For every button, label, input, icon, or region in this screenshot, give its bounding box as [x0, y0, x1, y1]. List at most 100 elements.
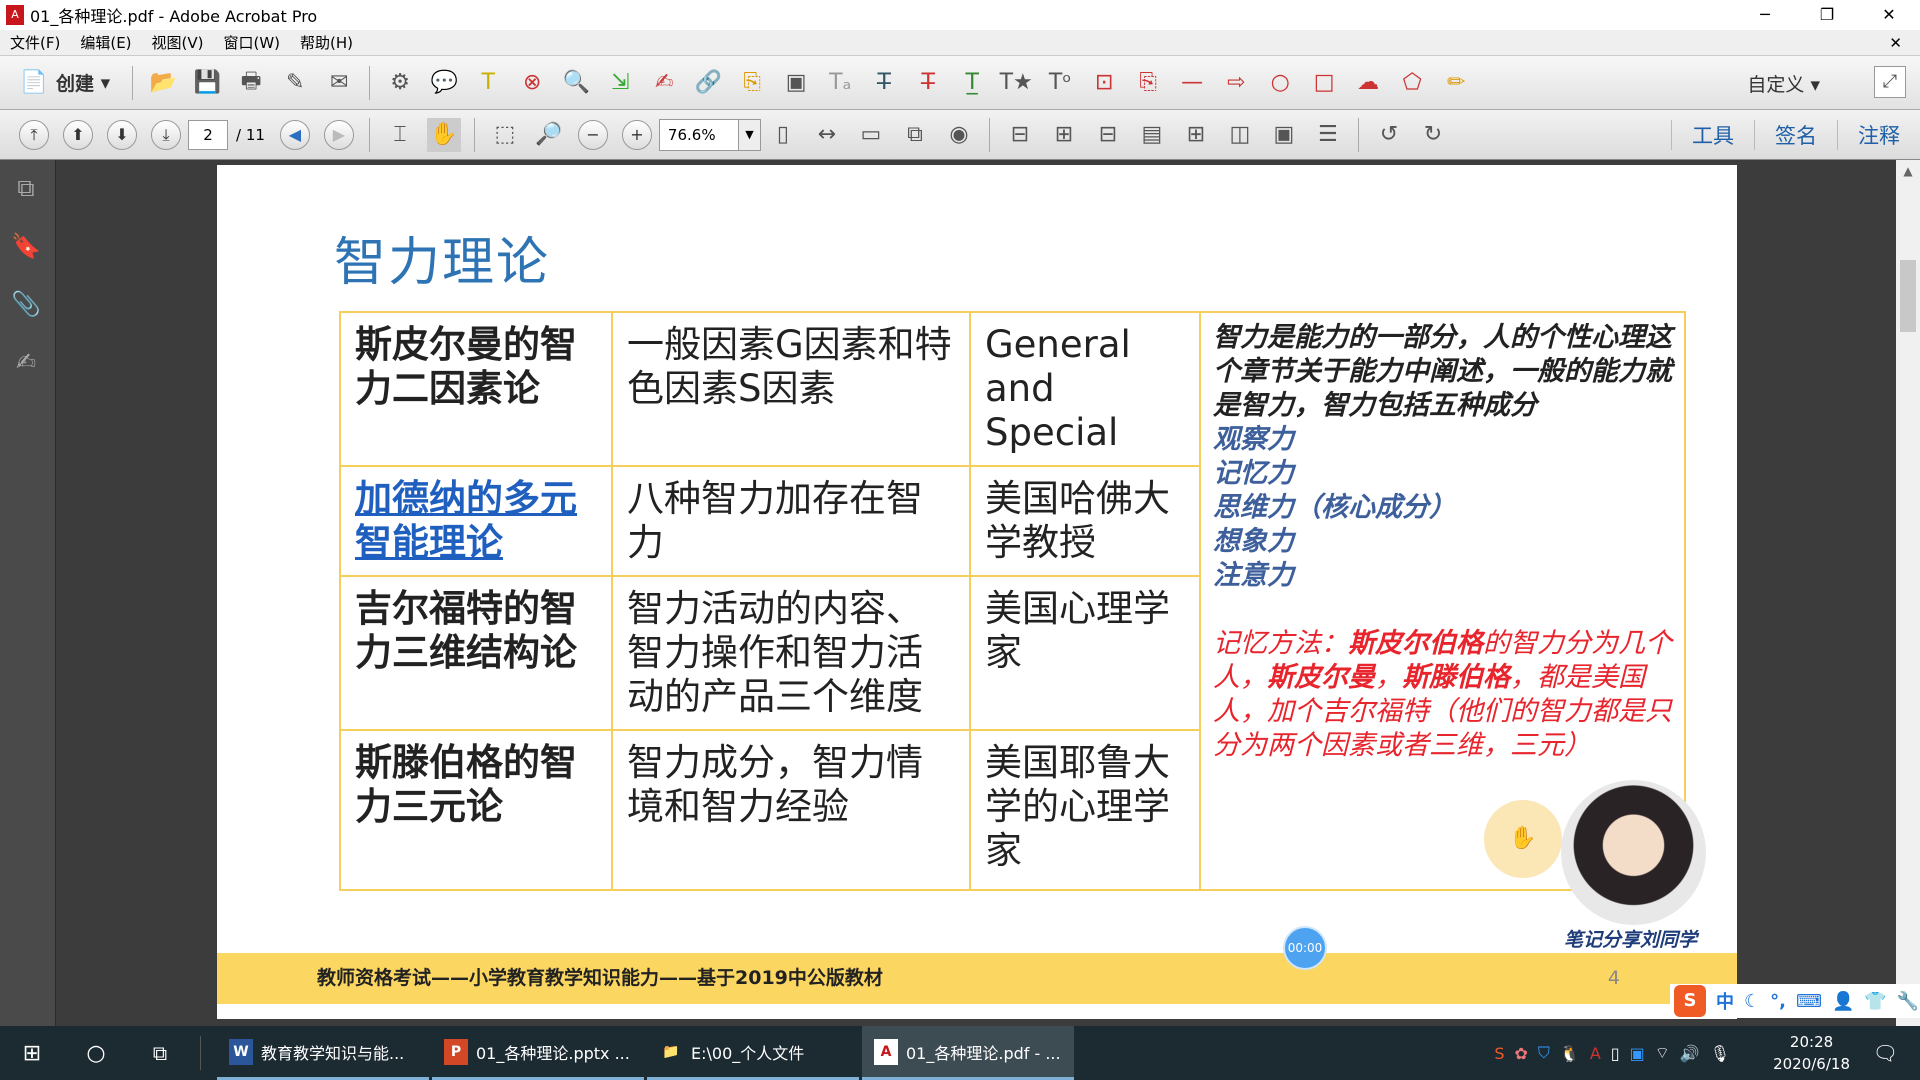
recording-timer[interactable]: 00:00	[1283, 926, 1327, 970]
page-thumbnails-icon[interactable]: ⧉	[898, 118, 932, 152]
flower-icon[interactable]: ✿	[1514, 1044, 1527, 1063]
zoom-out-icon[interactable]: −	[577, 119, 608, 150]
link-icon[interactable]: 🔗	[691, 66, 725, 100]
hand-tool-icon[interactable]: ✋	[426, 117, 461, 152]
zoom-dropdown-icon[interactable]: ▼	[738, 118, 761, 151]
two-page-grid-icon[interactable]: ⊞	[1179, 118, 1213, 152]
read-mode-icon[interactable]: ◉	[942, 118, 976, 152]
fullscreen-icon[interactable]: ⤢	[1874, 66, 1906, 98]
taskbar-item-acrobat[interactable]: A 01_各种理论.pdf - ...	[862, 1026, 1074, 1080]
full-screen-mode-icon[interactable]: ▣	[1267, 118, 1301, 152]
fit-visible-icon[interactable]: ⊞	[1047, 118, 1081, 152]
split-icon[interactable]: ⊟	[1003, 118, 1037, 152]
bookmark-icon[interactable]: 🔖	[11, 232, 41, 262]
export-icon[interactable]: ⇲	[603, 66, 637, 100]
tab-tools[interactable]: 工具	[1671, 120, 1754, 150]
split-horizontal-icon[interactable]: ⊟	[1091, 118, 1125, 152]
sogou-tray-icon[interactable]: S	[1494, 1044, 1504, 1063]
minimize-button[interactable]: ─	[1734, 0, 1796, 30]
actual-size-icon[interactable]: ▯	[766, 118, 800, 152]
save-icon[interactable]: 💾	[190, 66, 224, 100]
qq-icon[interactable]: 🐧	[1560, 1044, 1580, 1063]
customize-dropdown[interactable]: 自定义 ▾	[1747, 70, 1820, 97]
wrench-icon[interactable]: 🔧	[1897, 991, 1919, 1012]
signature-icon[interactable]: ✍	[11, 348, 41, 378]
network-status-icon[interactable]: ▣	[1630, 1044, 1645, 1063]
edit-document-icon[interactable]: ✎	[278, 66, 312, 100]
underline-icon[interactable]: T̲	[955, 66, 989, 100]
volume-icon[interactable]: 🔊	[1680, 1044, 1700, 1063]
task-view-icon[interactable]: ⧉	[128, 1041, 192, 1065]
stamp-icon[interactable]: ⎘	[1131, 66, 1165, 100]
polygon-icon[interactable]: ⬠	[1395, 66, 1429, 100]
fit-page-icon[interactable]: ▭	[854, 118, 888, 152]
usb-icon[interactable]: ▯	[1611, 1044, 1620, 1063]
last-page-icon[interactable]: ⤓	[151, 119, 181, 150]
ime-language[interactable]: 中	[1716, 988, 1734, 1014]
search-icon[interactable]: ○	[64, 1041, 128, 1066]
forward-view-icon[interactable]: ▶	[323, 119, 354, 150]
highlight-text-icon[interactable]: T	[471, 66, 505, 100]
menu-view[interactable]: 视图(V)	[142, 32, 214, 53]
rectangle-icon[interactable]: □	[1307, 66, 1341, 100]
pencil-icon[interactable]: ✏	[1439, 66, 1473, 100]
close-document-button[interactable]: ✕	[1879, 34, 1912, 52]
previous-page-icon[interactable]: ⬆	[63, 119, 93, 150]
moon-icon[interactable]: ☾	[1744, 991, 1760, 1012]
menu-window[interactable]: 窗口(W)	[214, 32, 291, 53]
rotate-ccw-icon[interactable]: ↺	[1372, 118, 1406, 152]
sogou-icon[interactable]: S	[1674, 985, 1706, 1017]
punctuation-icon[interactable]: °,	[1770, 991, 1786, 1012]
combine-icon[interactable]: ⎘	[735, 66, 769, 100]
scroll-up-icon[interactable]: ▲	[1896, 164, 1920, 178]
taskbar-item-explorer[interactable]: 📁 E:\00_个人文件	[647, 1026, 859, 1080]
pages-icon[interactable]: ⧉	[11, 174, 41, 204]
open-icon[interactable]: 📂	[146, 66, 180, 100]
taskbar-item-powerpoint[interactable]: P 01_各种理论.pptx ...	[432, 1026, 644, 1080]
back-view-icon[interactable]: ◀	[279, 119, 310, 150]
rectangle-text-icon[interactable]: ⊡	[1087, 66, 1121, 100]
two-page-icon[interactable]: ◫	[1223, 118, 1257, 152]
microphone-icon[interactable]: 🎙	[1710, 1044, 1730, 1063]
menu-file[interactable]: 文件(F)	[0, 32, 70, 53]
next-page-icon[interactable]: ⬇	[107, 119, 137, 150]
rotate-cw-icon[interactable]: ↻	[1416, 118, 1450, 152]
oval-icon[interactable]: ○	[1263, 66, 1297, 100]
scrolling-icon[interactable]: ☰	[1311, 118, 1345, 152]
page-number-input[interactable]: 2	[188, 119, 228, 150]
replace-text-icon[interactable]: T̶	[867, 66, 901, 100]
text-box-icon[interactable]: ▣	[779, 66, 813, 100]
scroll-thumb[interactable]	[1900, 260, 1916, 332]
menu-edit[interactable]: 编辑(E)	[70, 32, 141, 53]
fit-width-icon[interactable]: ↔	[810, 118, 844, 152]
line-icon[interactable]: —	[1175, 66, 1209, 100]
first-page-icon[interactable]: ⤒	[19, 119, 49, 150]
email-icon[interactable]: ✉	[322, 66, 356, 100]
marquee-zoom-icon[interactable]: ⬚	[488, 118, 522, 152]
close-button[interactable]: ✕	[1858, 0, 1920, 30]
user-icon[interactable]: 👤	[1832, 991, 1854, 1012]
strikethrough-icon[interactable]: T̶	[911, 66, 945, 100]
attachment-icon[interactable]: 📎	[11, 290, 41, 320]
comment-icon[interactable]: 💬	[427, 66, 461, 100]
vertical-scrollbar[interactable]: ▲	[1896, 160, 1920, 1026]
zoom-in-icon[interactable]: +	[621, 119, 652, 150]
wifi-icon[interactable]: ⌔	[1655, 1043, 1670, 1063]
stamp-text-icon[interactable]: T★	[999, 66, 1033, 100]
settings-icon[interactable]: ⚙	[383, 66, 417, 100]
zoom-level-input[interactable]: 76.6%	[658, 118, 739, 151]
notification-icon[interactable]: 🗨	[1873, 1041, 1898, 1065]
create-button[interactable]: 📄 创建 ▾	[12, 66, 110, 100]
menu-help[interactable]: 帮助(H)	[290, 32, 363, 53]
skin-icon[interactable]: 👕	[1864, 991, 1886, 1012]
acrobat-tray-icon[interactable]: A	[1590, 1044, 1601, 1063]
sign-edit-icon[interactable]: ✍	[647, 66, 681, 100]
restore-button[interactable]: ❐	[1796, 0, 1858, 30]
select-tool-icon[interactable]: ⌶	[383, 118, 417, 152]
keyboard-icon[interactable]: ⌨	[1796, 991, 1822, 1012]
single-page-icon[interactable]: ▤	[1135, 118, 1169, 152]
print-icon[interactable]: 🖶	[234, 66, 268, 100]
dynamic-zoom-icon[interactable]: 🔎	[532, 118, 566, 152]
shield-icon[interactable]: ⛉	[1538, 1043, 1550, 1063]
find-icon[interactable]: 🔍	[559, 66, 593, 100]
